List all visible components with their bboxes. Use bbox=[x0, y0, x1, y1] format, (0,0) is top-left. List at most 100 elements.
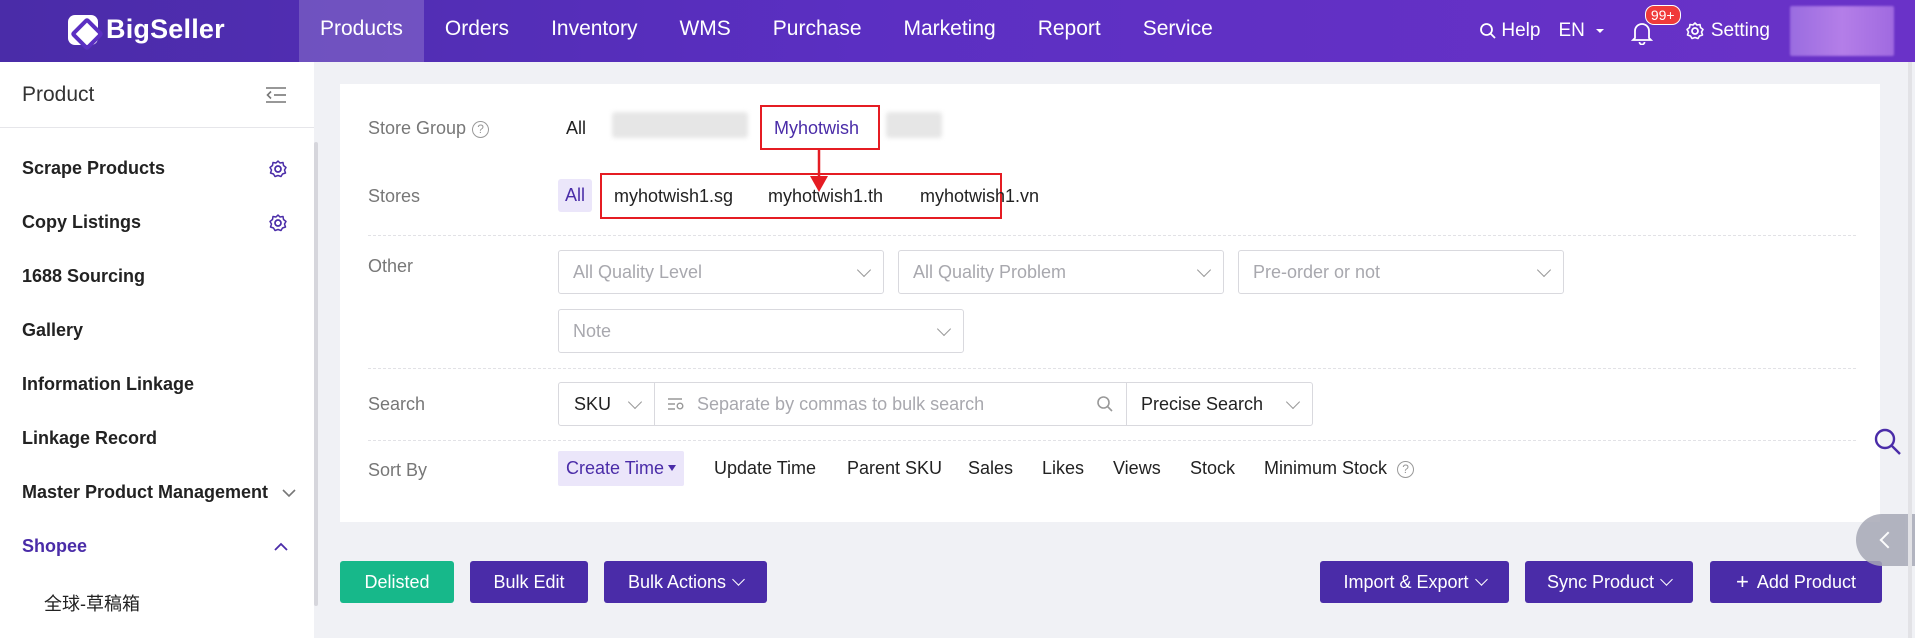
divider bbox=[368, 235, 1856, 236]
other-label: Other bbox=[368, 256, 414, 276]
store-group-all[interactable]: All bbox=[566, 118, 586, 139]
sort-sales[interactable]: Sales bbox=[968, 458, 1013, 479]
sidebar-item-gallery[interactable]: Gallery bbox=[22, 320, 288, 341]
logo[interactable]: BigSeller bbox=[68, 14, 225, 45]
sort-likes[interactable]: Likes bbox=[1042, 458, 1084, 479]
collapse-menu-icon[interactable] bbox=[265, 86, 287, 104]
chevron-down-icon bbox=[732, 573, 745, 586]
search-group: SKU Separate by commas to bulk search Pr… bbox=[558, 382, 1313, 426]
nav-orders[interactable]: Orders bbox=[424, 0, 530, 62]
sidebar-item-label: Scrape Products bbox=[22, 158, 166, 178]
plus-icon: + bbox=[1736, 569, 1749, 594]
store-group-text: Store Group bbox=[368, 118, 467, 138]
button-label: Import & Export bbox=[1343, 571, 1469, 592]
language-select[interactable]: EN bbox=[1558, 20, 1604, 42]
highlight-box-store-group bbox=[760, 105, 880, 150]
sort-label: Minimum Stock bbox=[1264, 458, 1388, 478]
main-nav: Products Orders Inventory WMS Purchase M… bbox=[299, 0, 1234, 62]
nav-inventory[interactable]: Inventory bbox=[530, 0, 658, 62]
sidebar-item-information-linkage[interactable]: Information Linkage bbox=[22, 374, 288, 395]
chevron-down-icon bbox=[1474, 573, 1488, 586]
sidebar-scrollbar[interactable] bbox=[314, 142, 318, 606]
gear-icon bbox=[1686, 22, 1704, 40]
search-mode-value: Precise Search bbox=[1141, 393, 1264, 414]
help-label: Help bbox=[1501, 20, 1541, 41]
stores-all[interactable]: All bbox=[558, 179, 593, 212]
button-label: Sync Product bbox=[1546, 571, 1655, 592]
page-scrollbar[interactable] bbox=[1908, 62, 1912, 638]
sidebar-item-1688-sourcing[interactable]: 1688 Sourcing bbox=[22, 266, 288, 287]
chevron-up-icon bbox=[274, 542, 288, 551]
sync-product-button[interactable]: Sync Product bbox=[1525, 561, 1693, 603]
store-group-redacted[interactable] bbox=[612, 112, 748, 138]
bulk-actions-button[interactable]: Bulk Actions bbox=[604, 561, 767, 603]
divider bbox=[368, 368, 1856, 369]
help-circle-icon[interactable]: ? bbox=[472, 121, 490, 138]
search-field-select[interactable]: SKU bbox=[559, 383, 655, 425]
sort-create-time[interactable]: Create Time bbox=[558, 451, 685, 486]
settings-gear-icon[interactable] bbox=[268, 213, 288, 233]
sort-views[interactable]: Views bbox=[1113, 458, 1161, 479]
nav-wms[interactable]: WMS bbox=[658, 0, 751, 62]
chevron-down-icon bbox=[1660, 573, 1673, 586]
bulk-list-icon bbox=[668, 398, 684, 410]
bell-icon bbox=[1630, 23, 1653, 45]
search-icon[interactable] bbox=[1096, 395, 1114, 413]
sort-minimum-stock[interactable]: Minimum Stock? bbox=[1264, 458, 1415, 479]
store-myhotwish1-th[interactable]: myhotwish1.th bbox=[768, 186, 883, 207]
nav-marketing[interactable]: Marketing bbox=[883, 0, 1017, 62]
delisted-button[interactable]: Delisted bbox=[340, 561, 454, 603]
collapse-panel-tab[interactable] bbox=[1856, 514, 1915, 566]
quality-level-select[interactable]: All Quality Level bbox=[558, 250, 884, 294]
search-mode-select[interactable]: Precise Search bbox=[1127, 383, 1312, 425]
sort-parent-sku[interactable]: Parent SKU bbox=[847, 458, 942, 479]
setting-button[interactable]: Setting bbox=[1685, 20, 1770, 42]
notifications-button[interactable]: 99+ bbox=[1630, 5, 1681, 45]
top-nav: BigSeller Products Orders Inventory WMS … bbox=[0, 0, 1915, 62]
chevron-down-icon bbox=[1285, 394, 1301, 409]
search-field-value: SKU bbox=[574, 393, 612, 414]
sidebar-item-label: Shopee bbox=[22, 536, 88, 556]
note-select[interactable]: Note bbox=[558, 309, 964, 353]
notification-badge: 99+ bbox=[1644, 5, 1681, 25]
select-value: All Quality Level bbox=[573, 261, 703, 282]
sort-update-time[interactable]: Update Time bbox=[714, 458, 816, 479]
nav-report[interactable]: Report bbox=[1017, 0, 1122, 62]
add-product-button[interactable]: + Add Product bbox=[1710, 561, 1882, 603]
store-myhotwish1-vn[interactable]: myhotwish1.vn bbox=[920, 186, 1039, 207]
sidebar-item-linkage-record[interactable]: Linkage Record bbox=[22, 428, 288, 449]
import-export-button[interactable]: Import & Export bbox=[1320, 561, 1509, 603]
sidebar-item-scrape-products[interactable]: Scrape Products bbox=[22, 158, 288, 179]
store-group-redacted[interactable] bbox=[886, 112, 942, 138]
sidebar-item-copy-listings[interactable]: Copy Listings bbox=[22, 212, 288, 233]
chevron-down-icon bbox=[1196, 262, 1212, 277]
user-avatar[interactable] bbox=[1790, 6, 1894, 56]
help-link[interactable]: Help bbox=[1479, 20, 1540, 42]
sidebar-item-label: Master Product Management bbox=[22, 482, 269, 502]
chevron-down-icon bbox=[856, 262, 872, 277]
nav-products[interactable]: Products bbox=[299, 0, 424, 62]
search-label: Search bbox=[368, 394, 426, 414]
sort-stock[interactable]: Stock bbox=[1190, 458, 1235, 479]
sidebar-item-master-product-management[interactable]: Master Product Management bbox=[22, 482, 296, 503]
sidebar-header: Product bbox=[0, 62, 314, 128]
button-label: Delisted bbox=[364, 571, 430, 592]
button-label: Add Product bbox=[1756, 571, 1856, 592]
quality-problem-select[interactable]: All Quality Problem bbox=[898, 250, 1224, 294]
sidebar-item-shopee[interactable]: Shopee bbox=[22, 536, 288, 557]
button-label: Bulk Actions bbox=[627, 571, 727, 592]
search-input[interactable]: Separate by commas to bulk search bbox=[655, 383, 1127, 425]
floating-search-icon[interactable] bbox=[1873, 427, 1903, 457]
preorder-select[interactable]: Pre-order or not bbox=[1238, 250, 1564, 294]
sort-label: Create Time bbox=[566, 458, 665, 478]
help-circle-icon[interactable]: ? bbox=[1397, 461, 1415, 478]
nav-purchase[interactable]: Purchase bbox=[752, 0, 883, 62]
logo-icon bbox=[68, 14, 98, 45]
sidebar-subitem-global-draft[interactable]: 全球-草稿箱 bbox=[44, 590, 140, 616]
sidebar: Product Scrape Products Copy Listings 16… bbox=[0, 62, 314, 638]
settings-gear-icon[interactable] bbox=[268, 159, 288, 179]
setting-label: Setting bbox=[1710, 20, 1770, 41]
store-myhotwish1-sg[interactable]: myhotwish1.sg bbox=[614, 186, 733, 207]
bulk-edit-button[interactable]: Bulk Edit bbox=[470, 561, 588, 603]
nav-service[interactable]: Service bbox=[1122, 0, 1234, 62]
